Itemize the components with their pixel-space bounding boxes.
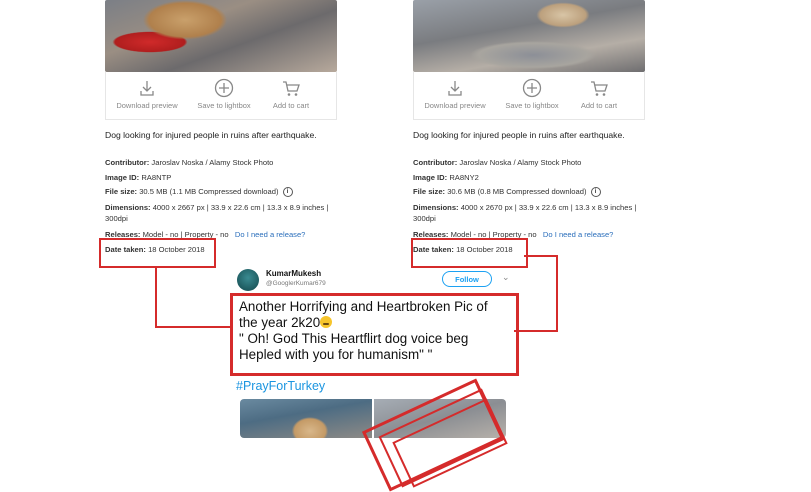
download-preview-label: Download preview [116,101,178,110]
date-highlight-box-left [99,238,216,268]
plus-circle-icon [522,78,542,98]
tweet-text-line: Hepled with you for humanism" " [239,347,433,362]
download-preview-label: Download preview [424,101,486,110]
tweet-text-line: Another Horrifying and Heartbroken Pic o… [239,299,488,314]
download-preview-button[interactable]: Download preview [420,78,490,110]
tweet-text-highlight-box: Another Horrifying and Heartbroken Pic o… [230,293,519,376]
save-to-lightbox-button[interactable]: Save to lightbox [497,78,567,110]
image-id-value: RA8NTP [141,173,172,182]
stock-photo-image[interactable] [105,0,337,72]
download-preview-button[interactable]: Download preview [112,78,182,110]
tweet-text-line: the year 2k20 [239,315,321,330]
release-help-link[interactable]: Do I need a release? [543,230,614,239]
dimensions-label: Dimensions: [105,203,151,212]
photo-description: Dog looking for injured people in ruins … [105,130,317,140]
file-size-value: 30.5 MB (1.1 MB Compressed download) [139,187,279,196]
dimensions-row: Dimensions: 4000 x 2670 px | 33.9 x 22.6… [413,202,651,224]
avatar[interactable] [237,269,259,291]
save-to-lightbox-button[interactable]: Save to lightbox [189,78,259,110]
connector-line [524,255,558,257]
tweet-image[interactable] [240,399,372,438]
file-size-row: File size: 30.6 MB (0.8 MB Compressed do… [413,186,601,197]
photo-actions-bar: Download preview Save to lightbox Add to… [413,72,645,120]
add-to-cart-label: Add to cart [272,101,310,110]
image-id-label: Image ID: [105,173,140,182]
save-to-lightbox-label: Save to lightbox [197,101,251,110]
image-id-row: Image ID: RA8NY2 [413,172,479,183]
save-to-lightbox-label: Save to lightbox [505,101,559,110]
contributor-row: Contributor: Jaroslav Noska / Alamy Stoc… [105,157,273,168]
add-to-cart-label: Add to cart [580,101,618,110]
dimensions-label: Dimensions: [413,203,459,212]
dimensions-row: Dimensions: 4000 x 2667 px | 33.9 x 22.6… [105,202,343,224]
sad-face-emoji-icon [320,316,333,328]
tweet-author-handle[interactable]: @GooglerKumar679 [266,280,326,287]
tweet-text-line: " Oh! God This Heartflirt dog voice beg [239,331,469,346]
plus-circle-icon [214,78,234,98]
image-id-value: RA8NY2 [449,173,479,182]
tweet-author-name[interactable]: KumarMukesh [266,269,321,278]
hashtag-link[interactable]: #PrayForTurkey [236,379,325,393]
file-size-row: File size: 30.5 MB (1.1 MB Compressed do… [105,186,293,197]
add-to-cart-button[interactable]: Add to cart [256,78,326,110]
image-id-label: Image ID: [413,173,448,182]
follow-button[interactable]: Follow [442,271,492,287]
file-size-label: File size: [413,187,446,196]
contributor-label: Contributor: [413,158,458,167]
contributor-value: Jaroslav Noska / Alamy Stock Photo [459,158,582,167]
connector-line [155,266,157,328]
contributor-value: Jaroslav Noska / Alamy Stock Photo [151,158,274,167]
file-size-label: File size: [105,187,138,196]
release-help-link[interactable]: Do I need a release? [235,230,306,239]
image-id-row: Image ID: RA8NTP [105,172,171,183]
contributor-label: Contributor: [105,158,150,167]
info-icon[interactable]: i [590,187,601,197]
contributor-row: Contributor: Jaroslav Noska / Alamy Stoc… [413,157,581,168]
info-icon[interactable]: i [282,187,293,197]
download-icon [140,81,154,96]
download-icon [448,81,462,96]
cart-icon [283,81,300,96]
stock-photo-image[interactable] [413,0,645,72]
connector-line [155,326,233,328]
add-to-cart-button[interactable]: Add to cart [564,78,634,110]
file-size-value: 30.6 MB (0.8 MB Compressed download) [447,187,587,196]
photo-description: Dog looking for injured people in ruins … [413,130,625,140]
chevron-down-icon[interactable]: ⌄ [502,272,510,283]
tweet-text: Another Horrifying and Heartbroken Pic o… [239,299,510,363]
photo-actions-bar: Download preview Save to lightbox Add to… [105,72,337,120]
connector-line [556,255,558,332]
cart-icon [591,81,608,96]
